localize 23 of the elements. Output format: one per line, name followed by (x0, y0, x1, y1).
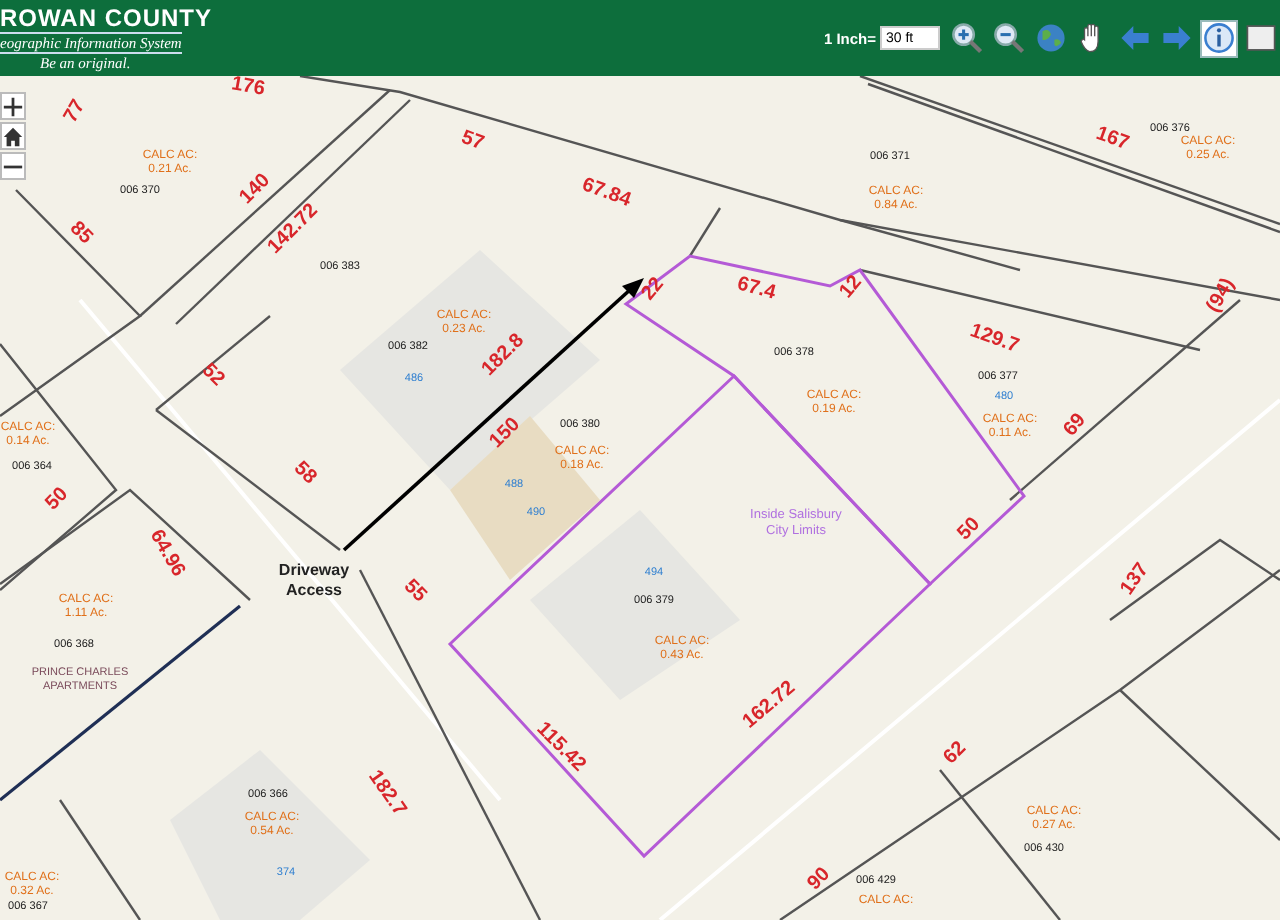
dimension-label: 55 (399, 577, 429, 607)
dimension-label: 12 (837, 273, 867, 303)
dimension-label: 150 (487, 415, 525, 453)
dimension-label: 137 (1118, 560, 1154, 600)
dimension-label: 67.4 (734, 275, 778, 305)
dimension-label: 58 (289, 459, 319, 489)
dimension-label: 140 (237, 171, 275, 209)
dimension-label: 90 (805, 865, 835, 895)
county-title: ROWAN COUNTY (0, 5, 212, 29)
dimension-label: 67.84 (579, 176, 633, 212)
dimension-label: 50 (955, 515, 985, 545)
dimension-label: 69 (1061, 411, 1091, 441)
dimension-label: 85 (65, 219, 95, 249)
dimension-label: 62 (941, 739, 971, 769)
dimension-label: 50 (43, 485, 73, 515)
dimension-label: 129.7 (967, 322, 1021, 358)
dimension-label: 176 (229, 76, 267, 101)
driveway-label: Driveway Access (276, 560, 352, 600)
dimension-label: 77 (61, 97, 91, 127)
dimension-label: 167 (1092, 124, 1132, 156)
dimension-label: 57 (458, 128, 486, 156)
dimension-label: 22 (639, 275, 669, 305)
dimension-label: 52 (197, 361, 227, 391)
